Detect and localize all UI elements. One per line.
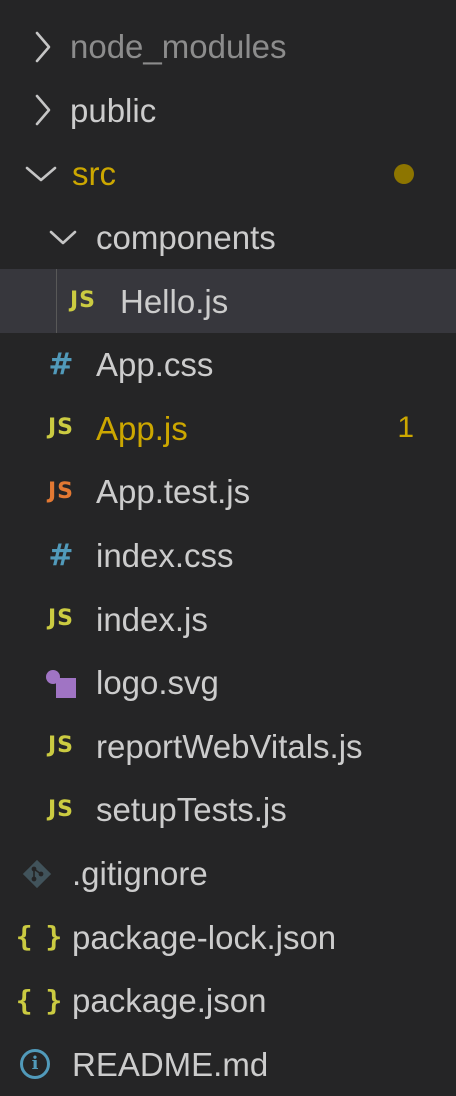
folder-components[interactable]: components xyxy=(0,206,456,270)
file-index-js[interactable]: JS index.js xyxy=(0,587,456,651)
chevron-down-icon[interactable] xyxy=(24,156,58,192)
javascript-file-icon: JS xyxy=(46,608,76,630)
file-hello-js[interactable]: JS Hello.js xyxy=(0,269,456,333)
folder-label: src xyxy=(72,157,116,190)
javascript-file-icon: JS xyxy=(46,799,76,821)
file-label: setupTests.js xyxy=(96,793,287,826)
javascript-test-file-icon: JS xyxy=(46,481,76,503)
folder-label: components xyxy=(96,221,276,254)
javascript-file-icon: JS xyxy=(46,417,76,439)
file-label: package-lock.json xyxy=(72,921,336,954)
file-label: index.js xyxy=(96,603,208,636)
css-file-icon: # xyxy=(46,350,76,380)
file-app-js[interactable]: JS App.js 1 xyxy=(0,397,456,461)
file-label: index.css xyxy=(96,539,234,572)
javascript-file-icon: JS xyxy=(46,735,76,757)
file-report-web-vitals-js[interactable]: JS reportWebVitals.js xyxy=(0,715,456,779)
json-file-icon: { } xyxy=(20,987,56,1015)
folder-node-modules[interactable]: node_modules xyxy=(0,15,456,79)
file-app-css[interactable]: # App.css xyxy=(0,333,456,397)
folder-label: node_modules xyxy=(70,30,287,63)
file-setup-tests-js[interactable]: JS setupTests.js xyxy=(0,778,456,842)
file-label: logo.svg xyxy=(96,666,219,699)
modified-dot-icon xyxy=(394,164,414,184)
info-icon: i xyxy=(20,1049,50,1079)
json-file-icon: { } xyxy=(20,923,56,951)
file-label: Hello.js xyxy=(120,285,228,318)
file-label: README.md xyxy=(72,1048,268,1081)
file-package-json[interactable]: { } package.json xyxy=(0,969,456,1033)
file-label: App.js xyxy=(96,412,188,445)
file-explorer-tree: node_modules public src components JS He… xyxy=(0,0,456,1092)
file-label: App.css xyxy=(96,348,213,381)
file-gitignore[interactable]: .gitignore xyxy=(0,842,456,906)
file-logo-svg[interactable]: logo.svg xyxy=(0,651,456,715)
file-package-lock-json[interactable]: { } package-lock.json xyxy=(0,905,456,969)
file-index-css[interactable]: # index.css xyxy=(0,524,456,588)
chevron-right-icon[interactable] xyxy=(30,92,56,128)
file-label: package.json xyxy=(72,984,266,1017)
folder-label: public xyxy=(70,94,156,127)
javascript-file-icon: JS xyxy=(68,290,98,312)
svg-file-icon xyxy=(44,666,78,700)
file-label: reportWebVitals.js xyxy=(96,730,363,763)
folder-src[interactable]: src xyxy=(0,142,456,206)
folder-public[interactable]: public xyxy=(0,79,456,143)
problem-count-badge: 1 xyxy=(397,411,414,445)
file-readme-md[interactable]: i README.md xyxy=(0,1033,456,1096)
file-label: .gitignore xyxy=(72,857,208,890)
css-file-icon: # xyxy=(46,541,76,571)
chevron-right-icon[interactable] xyxy=(30,29,56,65)
git-file-icon xyxy=(20,857,54,891)
chevron-down-icon[interactable] xyxy=(48,220,78,256)
indent-guide xyxy=(56,269,57,333)
file-label: App.test.js xyxy=(96,475,250,508)
file-app-test-js[interactable]: JS App.test.js xyxy=(0,460,456,524)
